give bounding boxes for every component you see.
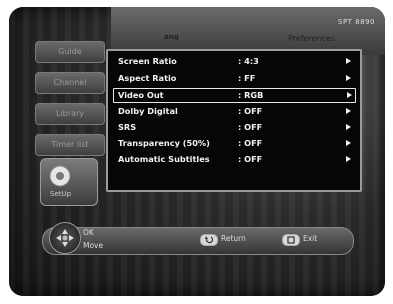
setting-label: Dolby Digital xyxy=(118,106,178,116)
nav-item-channel[interactable]: Channel xyxy=(35,72,105,94)
return-arrow-icon xyxy=(205,236,213,244)
setting-label: Transparency (50%) xyxy=(118,138,210,148)
exit-hint: Exit xyxy=(303,234,318,243)
nav-item-guide[interactable]: Guide xyxy=(35,41,105,63)
exit-key-icon[interactable] xyxy=(282,234,300,246)
setting-row-automatic-subtitles[interactable]: Automatic Subtitles : OFF xyxy=(114,153,354,166)
nav-item-setup[interactable] xyxy=(40,158,98,206)
move-hint: Move xyxy=(83,241,104,250)
setting-label: Aspect Ratio xyxy=(118,73,177,83)
setting-value: : RGB xyxy=(238,90,264,100)
setting-value: : 4:3 xyxy=(238,56,259,66)
setting-label: Screen Ratio xyxy=(118,56,177,66)
setting-value: : FF xyxy=(238,73,256,83)
setting-value: : OFF xyxy=(238,122,263,132)
right-arrow-icon xyxy=(346,58,351,64)
dpad-icon xyxy=(49,222,81,254)
setting-label: Video Out xyxy=(118,90,164,100)
right-arrow-icon xyxy=(346,140,351,146)
setting-row-video-out[interactable]: Video Out : RGB xyxy=(113,88,356,103)
nav-item-timer-list[interactable]: Timer list xyxy=(35,134,105,156)
header-bar xyxy=(111,7,385,55)
return-key-icon[interactable] xyxy=(200,234,218,246)
right-arrow-icon xyxy=(347,92,352,98)
setting-label: Automatic Subtitles xyxy=(118,154,210,164)
brand-tag: ang xyxy=(164,33,179,41)
setting-value: : OFF xyxy=(238,106,263,116)
setting-label: SRS xyxy=(118,122,137,132)
setting-row-transparency[interactable]: Transparency (50%) : OFF xyxy=(114,137,354,150)
right-arrow-icon xyxy=(346,124,351,130)
preferences-panel: Screen Ratio : 4:3 Aspect Ratio : FF Vid… xyxy=(106,49,362,192)
right-arrow-icon xyxy=(346,156,351,162)
setting-row-dolby-digital[interactable]: Dolby Digital : OFF xyxy=(114,105,354,118)
nav-item-setup-label: SetUp xyxy=(50,190,72,198)
setting-row-srs[interactable]: SRS : OFF xyxy=(114,121,354,134)
exit-icon xyxy=(287,236,295,244)
setting-row-aspect-ratio[interactable]: Aspect Ratio : FF xyxy=(114,72,354,85)
page-title: Preferences xyxy=(288,34,336,43)
return-hint: Return xyxy=(221,234,246,243)
side-nav: Guide Channel Library Timer list xyxy=(35,41,105,165)
setting-value: : OFF xyxy=(238,154,263,164)
right-arrow-icon xyxy=(346,75,351,81)
setting-row-screen-ratio[interactable]: Screen Ratio : 4:3 xyxy=(114,55,354,68)
setup-icon xyxy=(49,165,71,187)
dpad-arrows-icon xyxy=(56,229,74,247)
ok-hint: OK xyxy=(83,228,94,237)
corner-tag: SPT 8890 xyxy=(338,18,375,26)
setting-value: : OFF xyxy=(238,138,263,148)
nav-item-library[interactable]: Library xyxy=(35,103,105,125)
right-arrow-icon xyxy=(346,108,351,114)
